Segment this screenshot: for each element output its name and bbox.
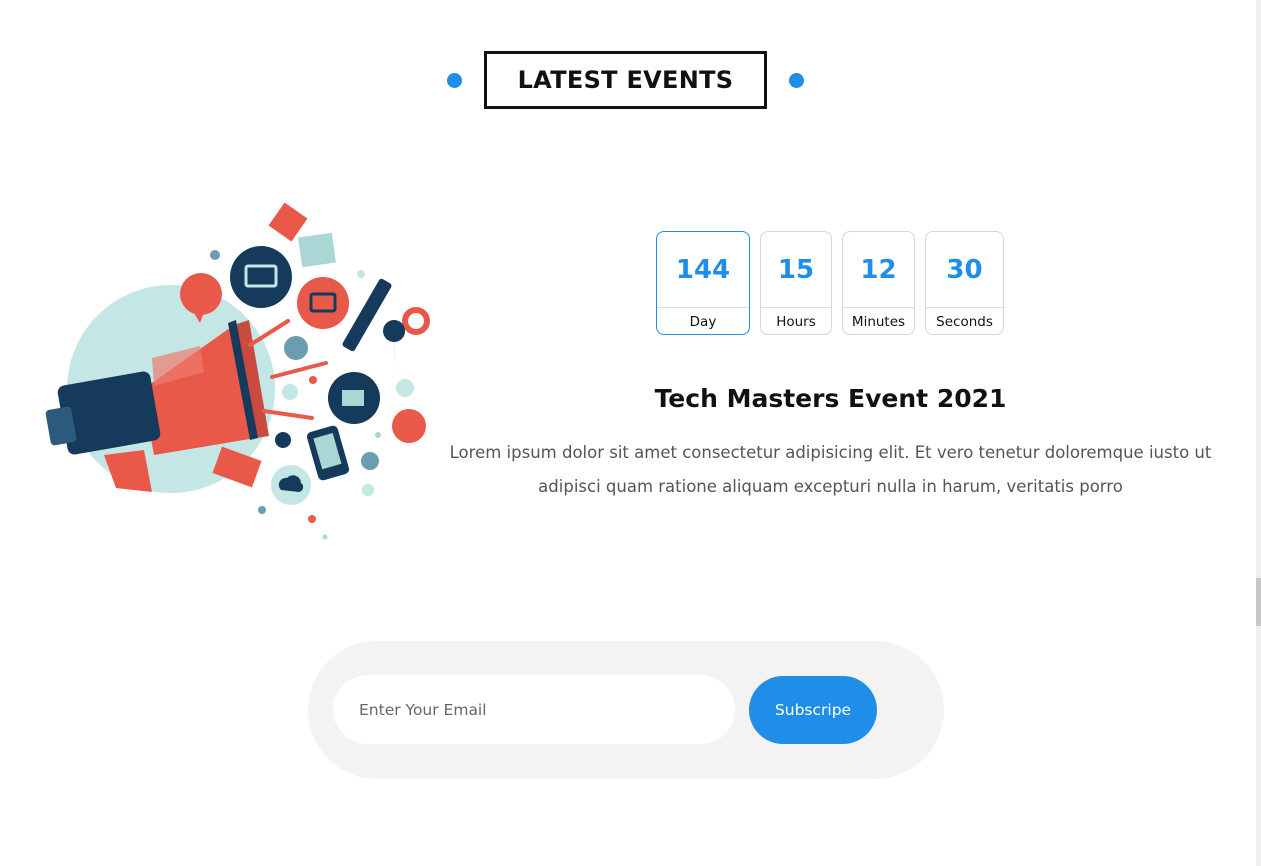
image-icon-bg [392,409,426,443]
section-heading: LATEST EVENTS [0,51,1251,109]
mail-envelope-icon [212,446,262,488]
countdown-hours-value: 15 [777,254,815,285]
tv-icon-bg [297,277,349,329]
scrollbar-thumb[interactable] [1256,578,1261,626]
subscribe-button[interactable]: Subscripe [749,676,877,744]
page-scrollbar[interactable] [1256,0,1261,866]
gear-icon [402,307,430,335]
location-pin-icon [383,320,406,378]
newsletter-form: Subscripe [308,641,944,779]
heading-dot-left [447,73,462,88]
video-camera-icon [342,390,364,406]
countdown-seconds-value: 30 [946,254,983,285]
countdown-day-value: 144 [675,254,731,285]
countdown-seconds-label: Seconds [926,307,1003,334]
newspaper-icon-bg [230,246,292,308]
countdown-minutes: 12 Minutes [842,231,915,335]
countdown-hours: 15 Hours [760,231,832,335]
heading-box: LATEST EVENTS [484,51,767,109]
chat-bubble-icon [180,273,222,315]
countdown-minutes-value: 12 [860,254,897,285]
megaphone-marketing-icon [45,202,430,540]
section-title: LATEST EVENTS [517,66,734,94]
event-title: Tech Masters Event 2021 [654,384,1007,413]
megaphone-grip [104,450,152,492]
countdown-hours-label: Hours [761,307,831,334]
map-icon [298,232,336,268]
countdown-day-label: Day [657,307,749,334]
pencil-icon [342,278,392,352]
countdown-minutes-label: Minutes [843,307,914,334]
email-input[interactable] [333,675,735,744]
countdown-seconds: 30 Seconds [925,231,1004,335]
countdown-day: 144 Day [656,231,750,335]
tag-icon [268,202,308,242]
heading-dot-right [789,73,804,88]
event-description: Lorem ipsum dolor sit amet consectetur a… [449,443,1212,496]
